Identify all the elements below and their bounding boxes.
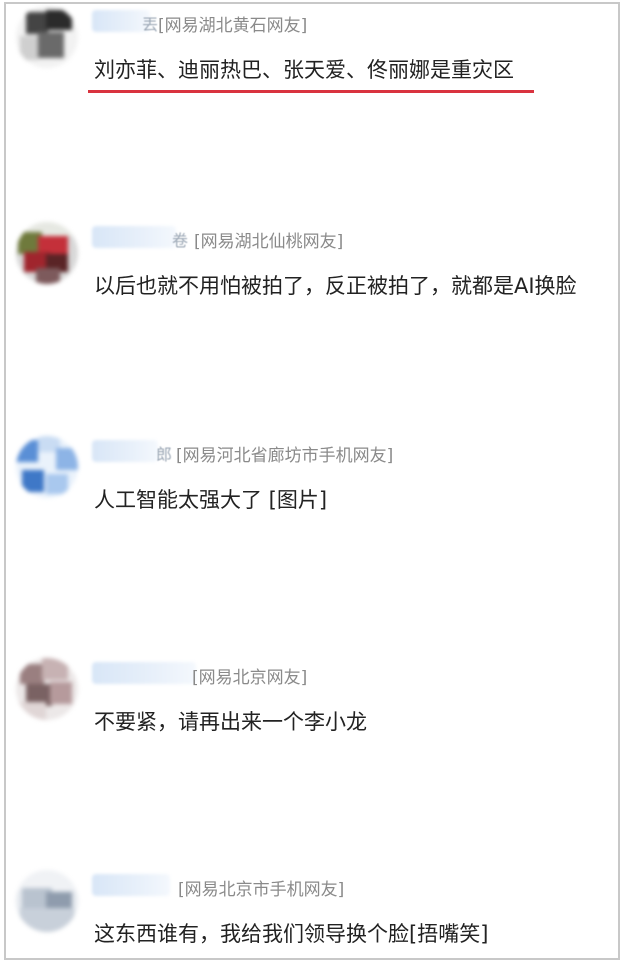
username-tail: 郎	[156, 445, 173, 464]
highlight-underline	[88, 90, 534, 93]
username-blurred[interactable]	[92, 662, 196, 684]
comment-text: 不要紧，请再出来一个李小龙	[94, 710, 367, 734]
comment-text: 人工智能太强大了 [图片]	[94, 488, 328, 512]
username-blurred[interactable]	[92, 874, 170, 896]
comment-text: 这东西谁有，我给我们领导换个脸[捂嘴笑]	[94, 922, 489, 946]
avatar[interactable]	[16, 436, 78, 498]
comment-list: 丟 [网易湖北黄石网友] 刘亦菲、迪丽热巴、张天爱、佟丽娜是重灾区 卷 [网易湖…	[4, 2, 620, 960]
username-blurred[interactable]	[92, 226, 176, 248]
user-location: [网易湖北仙桃网友]	[194, 232, 344, 252]
avatar[interactable]	[16, 222, 78, 284]
avatar[interactable]	[16, 6, 78, 68]
avatar[interactable]	[16, 658, 78, 720]
user-location: [网易河北省廊坊市手机网友]	[176, 446, 394, 466]
username-tail: 卷	[172, 231, 189, 250]
comment-text: 刘亦菲、迪丽热巴、张天爱、佟丽娜是重灾区	[94, 58, 514, 82]
username-blurred[interactable]	[92, 440, 158, 462]
user-location: [网易北京网友]	[192, 668, 308, 688]
comment-text: 以后也就不用怕被拍了，反正被拍了，就都是AI换脸	[94, 274, 577, 298]
username-tail: 丟	[142, 15, 159, 34]
user-location: [网易湖北黄石网友]	[158, 16, 308, 36]
user-location: [网易北京市手机网友]	[178, 880, 345, 900]
avatar[interactable]	[16, 870, 78, 932]
